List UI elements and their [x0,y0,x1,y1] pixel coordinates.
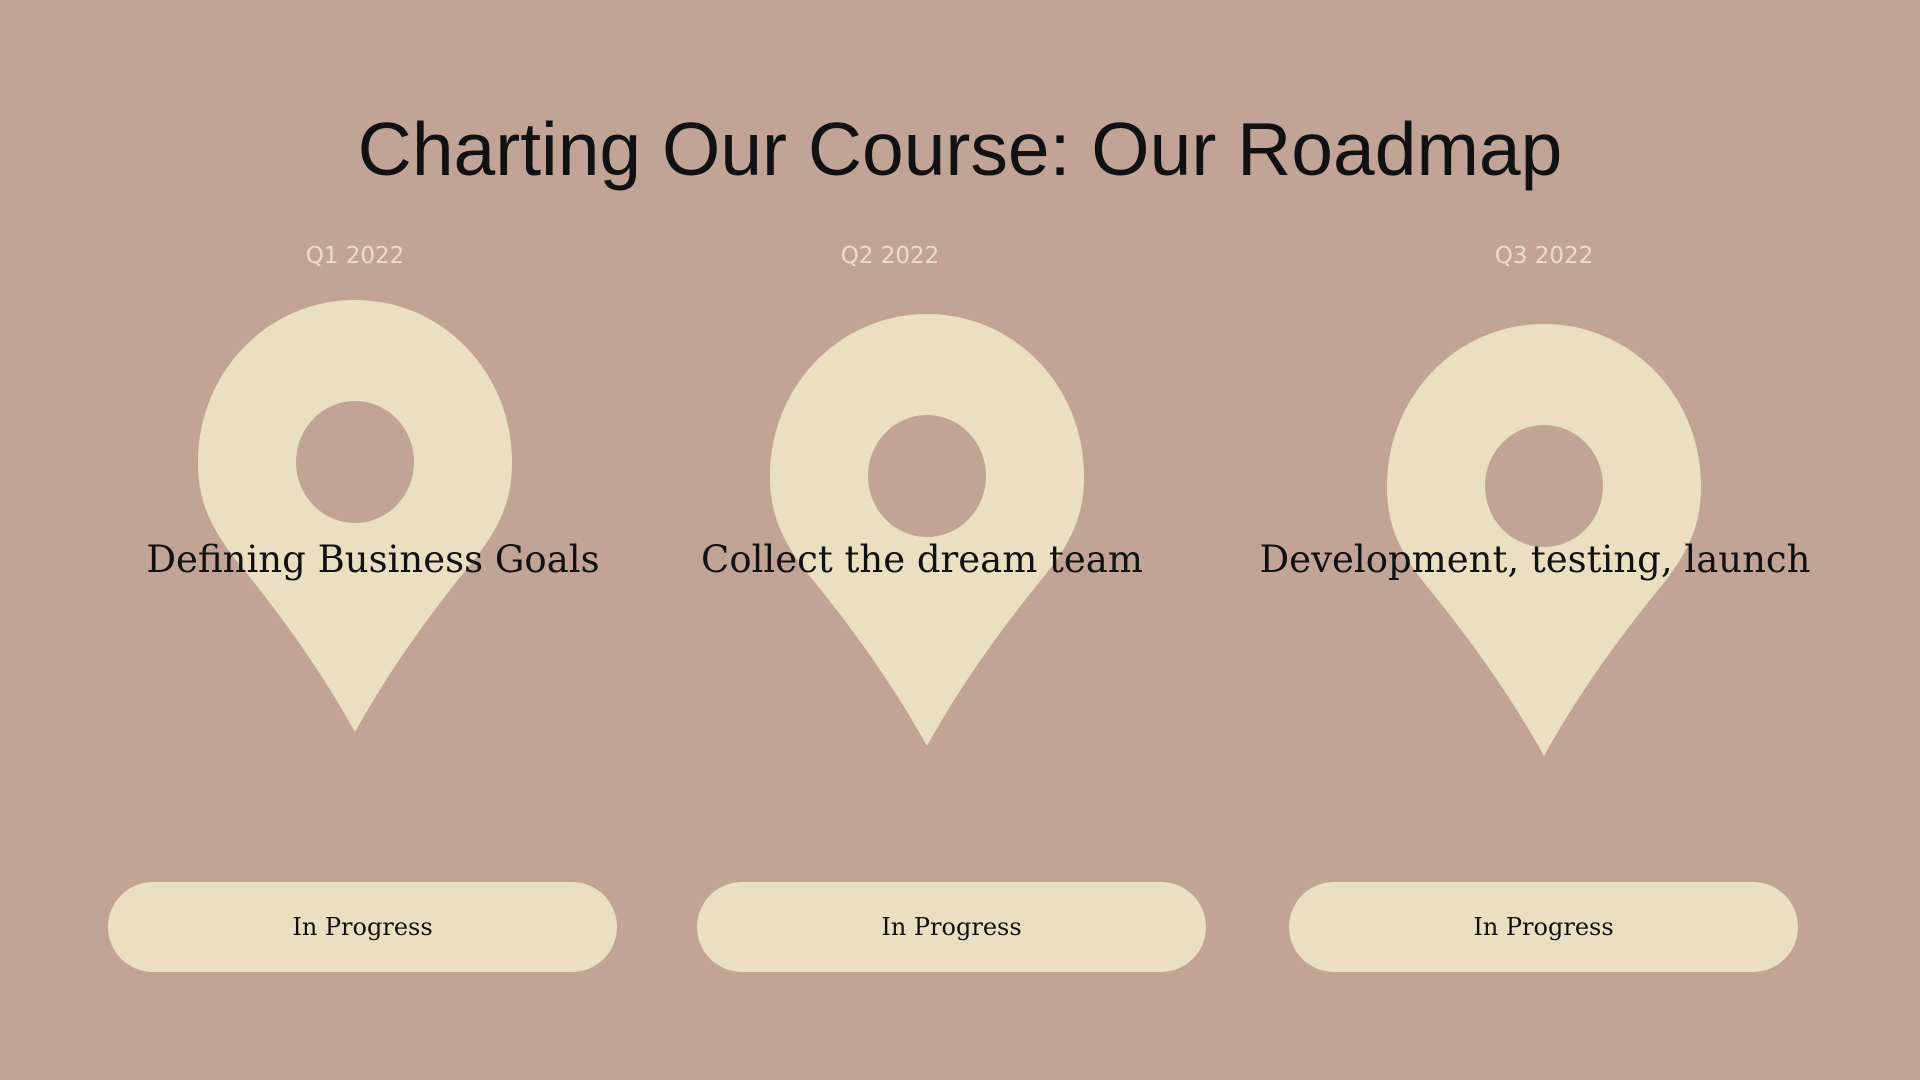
status-button[interactable]: In Progress [1289,882,1798,972]
map-pin-icon [770,314,1084,746]
status-button[interactable]: In Progress [108,882,617,972]
slide-title: Charting Our Course: Our Roadmap [357,107,1563,191]
status-button[interactable]: In Progress [697,882,1206,972]
quarter-label-q3: Q3 2022 [1494,243,1594,269]
roadmap-slide: Charting Our Course: Our Roadmap Q1 2022… [0,0,1920,1080]
milestone-title: Collect the dream team [701,538,1143,581]
quarter-label-q1: Q1 2022 [305,243,405,269]
quarter-label-q2: Q2 2022 [840,243,940,269]
milestone-title: Defining Business Goals [146,538,600,581]
milestone-title: Development, testing, launch [1259,538,1811,581]
map-pin-icon [198,300,512,732]
